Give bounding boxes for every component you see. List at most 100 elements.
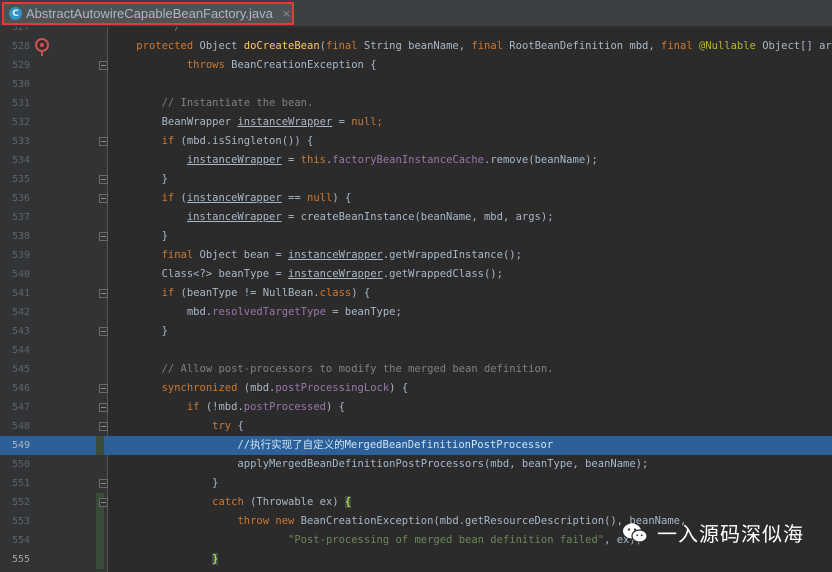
breakpoint-icon[interactable] (35, 38, 49, 56)
code-token: catch (212, 496, 244, 508)
line-number: 528 (11, 41, 30, 52)
code-text: mbd.resolvedTargetType = beanType; (111, 303, 402, 322)
code-token: (mbd.isSingleton()) { (174, 135, 314, 147)
code-editor[interactable]: 527 */528 protected Object doCreateBean(… (0, 27, 832, 572)
code-line[interactable]: 552 catch (Throwable ex) { (0, 493, 832, 512)
java-class-icon: C (9, 7, 22, 20)
fold-toggle-icon[interactable] (99, 61, 108, 70)
code-line[interactable]: 531 // Instantiate the bean. (0, 94, 832, 113)
code-token: } (111, 477, 219, 489)
fold-toggle-icon[interactable] (99, 479, 108, 488)
code-line[interactable]: 546 synchronized (mbd.postProcessingLock… (0, 379, 832, 398)
line-number: 532 (11, 117, 30, 128)
code-line[interactable]: 529 throws BeanCreationException { (0, 56, 832, 75)
code-line[interactable]: 537 instanceWrapper = createBeanInstance… (0, 208, 832, 227)
code-text: if (instanceWrapper == null) { (111, 189, 352, 208)
fold-toggle-icon[interactable] (99, 384, 108, 393)
code-token: { (231, 420, 244, 432)
code-text: BeanWrapper instanceWrapper = null; (111, 113, 383, 132)
watermark: 一入源码深似海 (621, 518, 804, 547)
file-tab[interactable]: C AbstractAutowireCapableBeanFactory.jav… (2, 2, 294, 25)
code-line[interactable]: 535 } (0, 170, 832, 189)
code-text: synchronized (mbd.postProcessingLock) { (111, 379, 409, 398)
code-text: "Post-processing of merged bean definiti… (111, 531, 642, 550)
fold-toggle-icon[interactable] (99, 175, 108, 184)
line-number: 539 (11, 250, 30, 261)
code-token: { (344, 496, 352, 508)
code-line[interactable]: 543 } (0, 322, 832, 341)
code-text: protected Object doCreateBean(final Stri… (111, 37, 832, 56)
fold-toggle-icon[interactable] (99, 403, 108, 412)
code-line[interactable]: 542 mbd.resolvedTargetType = beanType; (0, 303, 832, 322)
code-line[interactable]: 549 //执行实现了自定义的MergedBeanDefinitionPostP… (0, 436, 832, 455)
code-token: if (161, 287, 175, 299)
code-line[interactable]: 532 BeanWrapper instanceWrapper = null; (0, 113, 832, 132)
code-line[interactable]: 540 Class<?> beanType = instanceWrapper.… (0, 265, 832, 284)
code-token: if (161, 135, 175, 147)
code-text: final Object bean = instanceWrapper.getW… (111, 246, 522, 265)
code-token: = (281, 154, 301, 166)
fold-toggle-icon[interactable] (99, 327, 108, 336)
vcs-change-marker (96, 531, 104, 550)
line-number: 537 (11, 212, 30, 223)
code-token: = createBeanInstance(beanName, mbd, args… (281, 211, 554, 223)
code-line[interactable]: 541 if (beanType != NullBean.class) { (0, 284, 832, 303)
fold-toggle-icon[interactable] (99, 422, 108, 431)
code-token: RootBeanDefinition mbd, (502, 40, 662, 52)
code-line[interactable]: 538 } (0, 227, 832, 246)
code-text: try { (111, 417, 244, 436)
code-token: (beanType != NullBean. (174, 287, 320, 299)
code-token: @Nullable (698, 40, 756, 52)
code-token: = beanType; (325, 306, 402, 318)
code-line[interactable]: 528 protected Object doCreateBean(final … (0, 37, 832, 56)
code-line[interactable]: 555 } (0, 550, 832, 569)
code-line[interactable]: 530 (0, 75, 832, 94)
code-text: } (111, 322, 168, 341)
code-line[interactable]: 527 */ (0, 27, 832, 37)
code-token: ( (174, 192, 187, 204)
code-line[interactable]: 550 applyMergedBeanDefinitionPostProcess… (0, 455, 832, 474)
code-token: instanceWrapper (186, 211, 282, 223)
fold-toggle-icon[interactable] (99, 137, 108, 146)
code-token: .remove(beanName); (484, 154, 598, 166)
close-icon[interactable]: × (282, 7, 291, 20)
code-line[interactable]: 533 if (mbd.isSingleton()) { (0, 132, 832, 151)
fold-toggle-icon[interactable] (99, 232, 108, 241)
code-line[interactable]: 534 instanceWrapper = this.factoryBeanIn… (0, 151, 832, 170)
code-line[interactable]: 539 final Object bean = instanceWrapper.… (0, 246, 832, 265)
line-number: 540 (11, 269, 30, 280)
wechat-icon (623, 523, 648, 543)
code-line[interactable]: 544 (0, 341, 832, 360)
code-token: final (161, 249, 194, 261)
code-line[interactable]: 547 if (!mbd.postProcessed) { (0, 398, 832, 417)
line-number: 555 (11, 554, 30, 565)
line-number: 553 (11, 516, 30, 527)
code-token: } (212, 553, 219, 565)
code-token: Object[] args) (762, 40, 832, 52)
code-token: synchronized (161, 382, 238, 394)
code-token: (Throwable ex) (243, 496, 345, 508)
code-text: } (111, 170, 168, 189)
code-token: // Instantiate the bean. (111, 97, 314, 109)
code-token: ) { (389, 382, 409, 394)
line-number: 527 (11, 27, 30, 33)
code-text: instanceWrapper = this.factoryBeanInstan… (111, 151, 598, 170)
line-number: 533 (11, 136, 30, 147)
line-number: 541 (11, 288, 30, 299)
code-token: (!mbd. (199, 401, 244, 413)
fold-toggle-icon[interactable] (99, 194, 108, 203)
code-line[interactable]: 551 } (0, 474, 832, 493)
code-token: protected (136, 40, 194, 52)
code-token: instanceWrapper (186, 192, 282, 204)
fold-toggle-icon[interactable] (99, 289, 108, 298)
fold-toggle-icon[interactable] (99, 498, 108, 507)
code-line[interactable]: 548 try { (0, 417, 832, 436)
code-token: ) { (332, 192, 352, 204)
code-token: // Allow post-processors to modify the m… (111, 363, 554, 375)
code-line[interactable]: 545 // Allow post-processors to modify t… (0, 360, 832, 379)
code-line[interactable]: 536 if (instanceWrapper == null) { (0, 189, 832, 208)
